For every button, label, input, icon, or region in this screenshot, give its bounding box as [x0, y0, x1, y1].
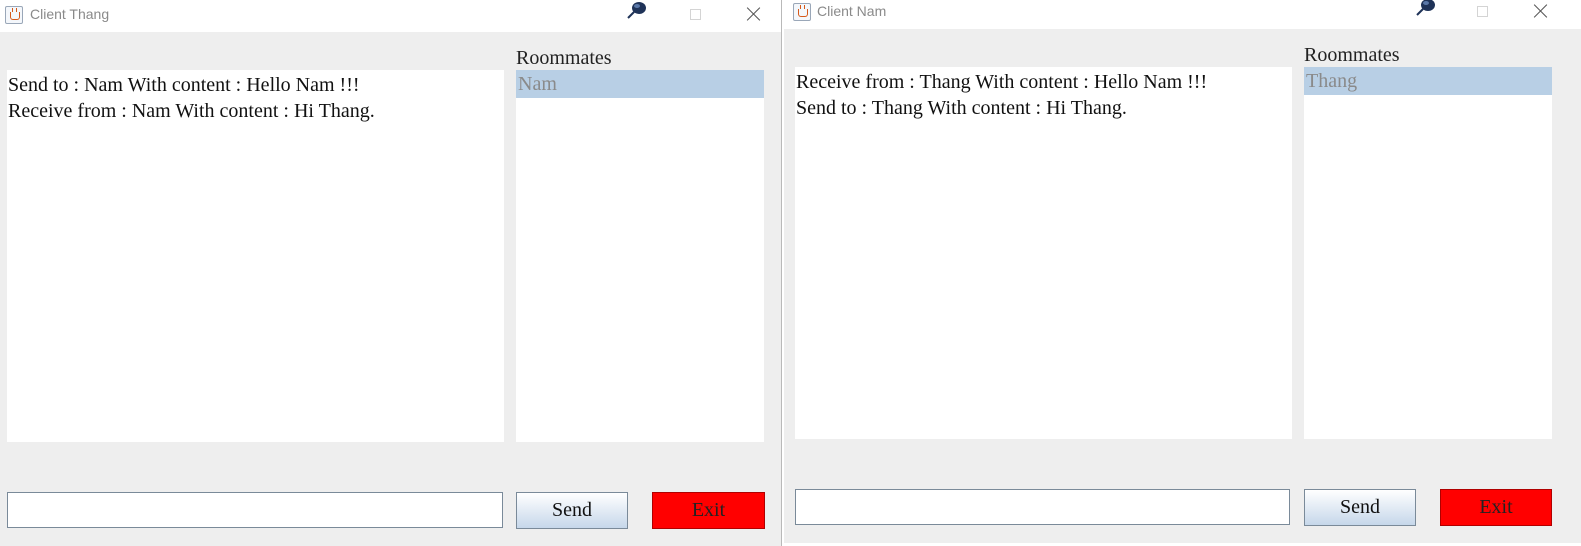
chat-message: Send to : Thang With content : Hi Thang.	[796, 97, 1127, 119]
maximize-icon[interactable]	[1477, 6, 1488, 17]
window-title: Client Nam	[817, 3, 887, 19]
exit-button[interactable]: Exit	[652, 492, 765, 529]
title-bar[interactable]: Client Thang	[0, 0, 781, 32]
client-thang-window: Client Thang Roommates Send to : Nam Wit…	[0, 0, 781, 546]
roommate-item-thang[interactable]: Thang	[1304, 67, 1552, 95]
close-icon[interactable]	[1533, 3, 1549, 19]
close-icon[interactable]	[746, 6, 762, 22]
pin-icon[interactable]	[1415, 0, 1437, 17]
chat-message: Send to : Nam With content : Hello Nam !…	[8, 74, 360, 96]
maximize-icon[interactable]	[690, 9, 701, 20]
exit-button[interactable]: Exit	[1440, 489, 1552, 526]
chat-history[interactable]: Receive from : Thang With content : Hell…	[795, 67, 1292, 439]
message-input[interactable]	[7, 492, 503, 528]
roommate-list[interactable]: Thang	[1304, 67, 1552, 439]
java-app-icon	[793, 3, 811, 21]
roommate-list[interactable]: Nam	[516, 70, 764, 442]
chat-message: Receive from : Thang With content : Hell…	[796, 71, 1208, 93]
message-input[interactable]	[795, 489, 1290, 525]
send-button[interactable]: Send	[516, 492, 628, 529]
title-bar[interactable]: Client Nam	[784, 0, 1581, 29]
client-nam-window: Client Nam Roommates Receive from : Than…	[784, 0, 1581, 543]
chat-message: Receive from : Nam With content : Hi Tha…	[8, 100, 375, 122]
java-app-icon	[5, 6, 23, 24]
send-button[interactable]: Send	[1304, 489, 1416, 526]
chat-history[interactable]: Send to : Nam With content : Hello Nam !…	[7, 70, 504, 442]
pin-icon[interactable]	[626, 0, 648, 20]
roommates-label: Roommates	[1304, 44, 1400, 66]
roommates-label: Roommates	[516, 47, 612, 69]
window-title: Client Thang	[30, 6, 110, 22]
roommate-item-nam[interactable]: Nam	[516, 70, 764, 98]
